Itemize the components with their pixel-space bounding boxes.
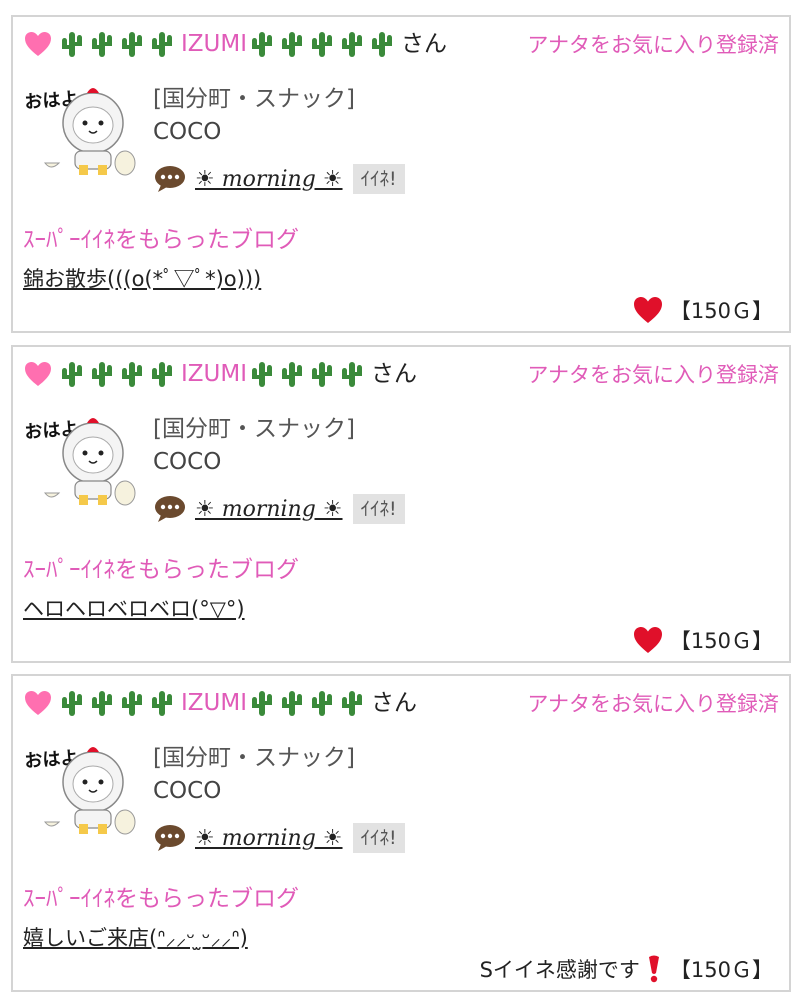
cactus-decoration-left [59, 29, 179, 59]
cactus-decoration-right [249, 359, 369, 389]
user-name[interactable]: IZUMI [181, 688, 247, 718]
cactus-icon [339, 688, 365, 718]
comment-row: ☀ morning ☀ ｲｲﾈ! [153, 492, 405, 526]
cast-name[interactable]: COCO [153, 447, 355, 477]
cactus-decoration-right [249, 688, 369, 718]
cactus-icon [279, 359, 305, 389]
cactus-decoration-left [59, 359, 179, 389]
speech-bubble-icon [153, 164, 187, 194]
favorite-status: アナタをお気に入り登録済 [527, 363, 779, 387]
cactus-icon [89, 29, 115, 59]
red-exclamation-icon [644, 954, 664, 984]
points-row: 【150Ｇ】 [632, 625, 773, 655]
comment-link[interactable]: ☀ morning ☀ [195, 826, 343, 851]
shop-name: [国分町・スナック] [153, 745, 355, 771]
user-name[interactable]: IZUMI [181, 359, 247, 389]
iine-button[interactable]: ｲｲﾈ! [352, 823, 405, 853]
cactus-icon [89, 688, 115, 718]
points-value: 【150Ｇ】 [669, 958, 773, 982]
speech-bubble-icon [153, 494, 187, 524]
super-iine-heading: ｽｰﾊﾟｰｲｲﾈをもらったブログ [23, 557, 299, 583]
avatar[interactable]: おはよ~ [21, 738, 139, 836]
cactus-icon [249, 688, 275, 718]
points-value: 【150Ｇ】 [669, 299, 773, 323]
points-row: 【150Ｇ】 [632, 295, 773, 325]
comment-row: ☀ morning ☀ ｲｲﾈ! [153, 821, 405, 855]
comment-row: ☀ morning ☀ ｲｲﾈ! [153, 162, 405, 196]
cast-name[interactable]: COCO [153, 776, 355, 806]
points-row: Sイイネ感謝です 【150Ｇ】 [480, 954, 773, 984]
cactus-icon [309, 359, 335, 389]
shop-name: [国分町・スナック] [153, 416, 355, 442]
points-value: 【150Ｇ】 [669, 629, 773, 653]
comment-link[interactable]: ☀ morning ☀ [195, 167, 343, 192]
cactus-icon [119, 688, 145, 718]
cactus-icon [59, 29, 85, 59]
thanks-text: Sイイネ感謝です [479, 958, 640, 982]
cactus-icon [339, 359, 365, 389]
iine-button[interactable]: ｲｲﾈ! [352, 164, 405, 194]
heart-icon [23, 689, 53, 717]
heart-icon [23, 30, 53, 58]
cactus-icon [309, 29, 335, 59]
favorite-status: アナタをお気に入り登録済 [527, 692, 779, 716]
honorific: さん [371, 690, 418, 716]
cactus-icon [149, 29, 175, 59]
avatar[interactable]: おはよ~ [21, 409, 139, 507]
cactus-icon [89, 359, 115, 389]
super-iine-heading: ｽｰﾊﾟｰｲｲﾈをもらったブログ [23, 227, 299, 253]
post-card: IZUMI さん アナタをお気に入り登録済 おはよ~ [国分町・スナック] CO… [11, 674, 791, 992]
shop-info: [国分町・スナック] COCO [153, 415, 355, 477]
user-row: IZUMI さん [23, 27, 447, 61]
shop-info: [国分町・スナック] COCO [153, 744, 355, 806]
cactus-icon [279, 688, 305, 718]
cactus-icon [339, 29, 365, 59]
cactus-icon [119, 29, 145, 59]
user-row: IZUMI さん [23, 357, 417, 391]
blog-title-link[interactable]: 嬉しいご来店(ᐢ⸝⸝ᵕ ̫ᵕ⸝⸝ᐢ) [23, 922, 248, 952]
post-card: IZUMI さん アナタをお気に入り登録済 おはよ~ [国分町・スナック] CO… [11, 345, 791, 663]
cactus-decoration-right [249, 29, 399, 59]
cactus-icon [279, 29, 305, 59]
cactus-icon [249, 29, 275, 59]
cactus-icon [119, 359, 145, 389]
blog-title-link[interactable]: ヘロヘロベロベロ(°▽°) [23, 593, 245, 623]
red-heart-icon [632, 625, 664, 655]
cactus-decoration-left [59, 688, 179, 718]
cast-name[interactable]: COCO [153, 117, 355, 147]
red-heart-icon [632, 295, 664, 325]
cactus-icon [309, 688, 335, 718]
user-name[interactable]: IZUMI [181, 29, 247, 59]
cactus-icon [59, 688, 85, 718]
heart-icon [23, 360, 53, 388]
blog-title-link[interactable]: 錦お散歩(((o(*ﾟ▽ﾟ*)o))) [23, 263, 261, 293]
super-iine-heading: ｽｰﾊﾟｰｲｲﾈをもらったブログ [23, 886, 299, 912]
avatar[interactable]: おはよ~ [21, 79, 139, 177]
user-row: IZUMI さん [23, 686, 417, 720]
comment-link[interactable]: ☀ morning ☀ [195, 497, 343, 522]
speech-bubble-icon [153, 823, 187, 853]
cactus-icon [149, 688, 175, 718]
favorite-status: アナタをお気に入り登録済 [527, 33, 779, 57]
shop-name: [国分町・スナック] [153, 86, 355, 112]
cactus-icon [249, 359, 275, 389]
iine-button[interactable]: ｲｲﾈ! [352, 494, 405, 524]
cactus-icon [369, 29, 395, 59]
shop-info: [国分町・スナック] COCO [153, 85, 355, 147]
honorific: さん [371, 361, 418, 387]
cactus-icon [59, 359, 85, 389]
post-card: IZUMI さん アナタをお気に入り登録済 おはよ~ [国分町・スナック] CO… [11, 15, 791, 333]
cactus-icon [149, 359, 175, 389]
honorific: さん [401, 31, 448, 57]
